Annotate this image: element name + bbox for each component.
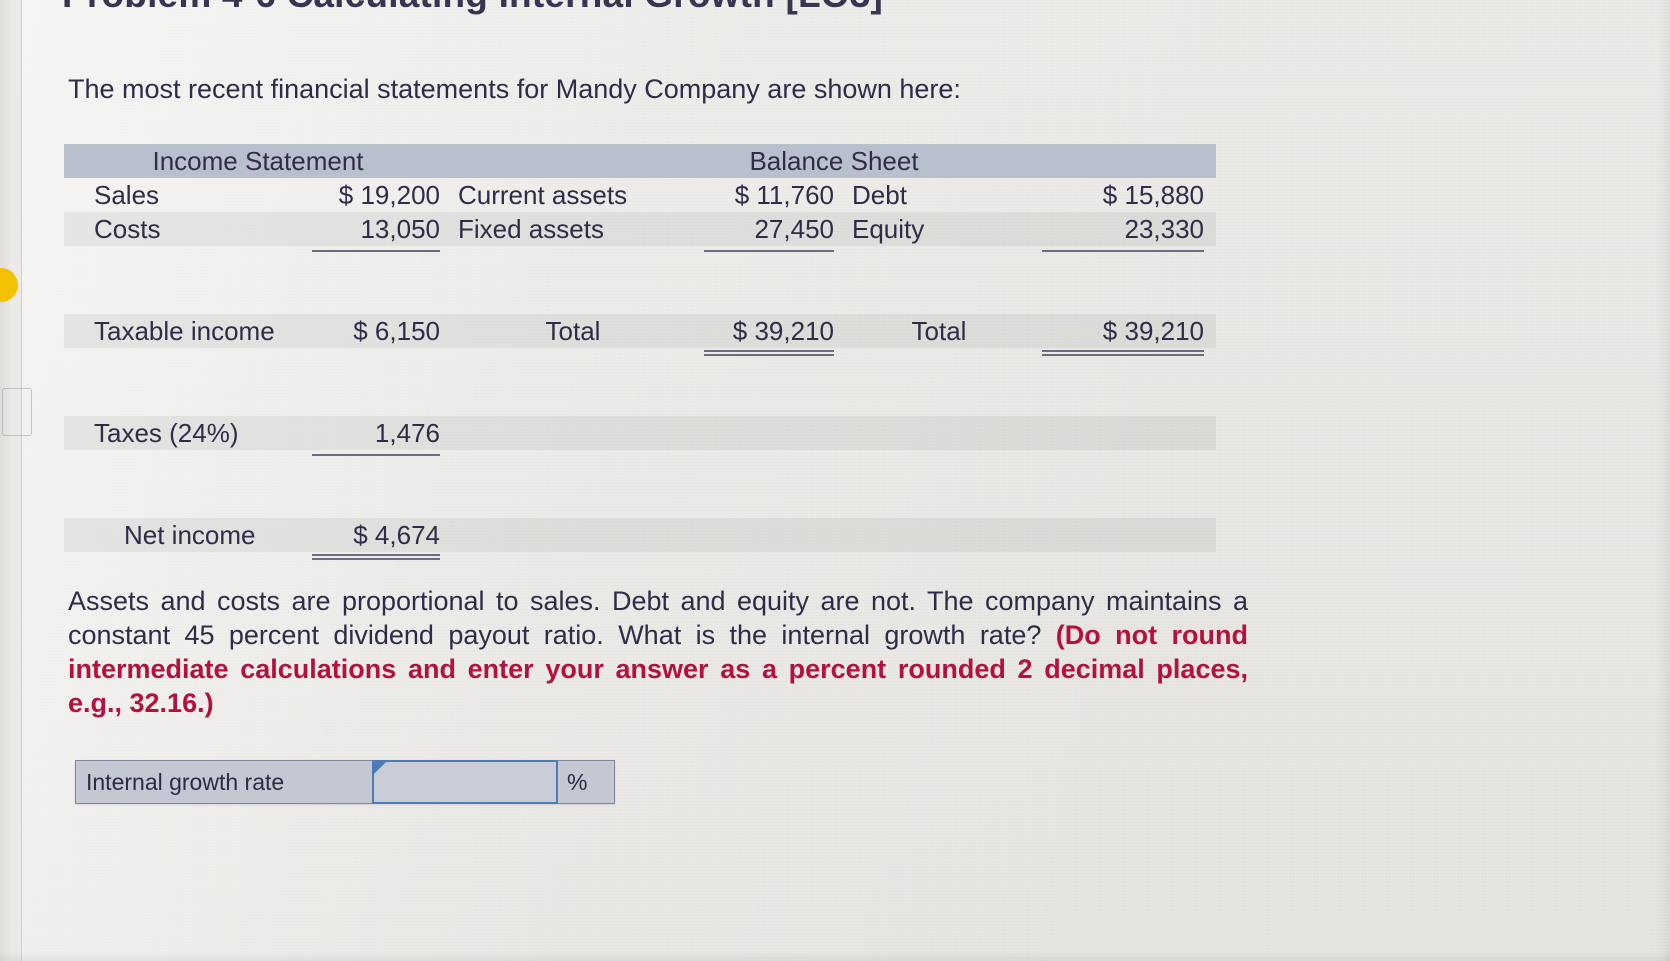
is-row-label: Sales bbox=[94, 179, 160, 210]
bs-liab-value: 23,330 bbox=[1124, 213, 1205, 244]
bs-asset-value: 27,450 bbox=[754, 213, 834, 244]
financial-statements-tables: Income Statement Balance Sheet Sales $ 1… bbox=[64, 144, 1217, 586]
bs-liab-total-value: $ 39,210 bbox=[1102, 315, 1205, 346]
is-netincome-label: Net income bbox=[124, 519, 256, 550]
bs-asset-total-value: $ 39,210 bbox=[732, 315, 834, 346]
bs-asset-label: Current assets bbox=[458, 179, 628, 210]
is-netincome-rule bbox=[302, 450, 452, 484]
financial-statements-table: Income Statement Balance Sheet Sales $ 1… bbox=[64, 144, 1217, 586]
table-row: Costs 13,050 Fixed assets 27,450 Equity … bbox=[64, 212, 1217, 246]
question-text: Assets and costs are proportional to sal… bbox=[68, 584, 1248, 720]
internal-growth-rate-input[interactable] bbox=[374, 762, 556, 802]
is-row-value: $ 19,200 bbox=[338, 179, 440, 210]
bs-liab-value: $ 15,880 bbox=[1102, 179, 1205, 210]
total-double-rule-row bbox=[64, 552, 1216, 586]
is-row-value: 13,050 bbox=[360, 213, 440, 244]
is-row-label: Taxes (24%) bbox=[94, 417, 239, 448]
answer-entry-row: Internal growth rate % bbox=[75, 760, 615, 804]
table-spacer-row bbox=[64, 484, 1216, 518]
bs-asset-label: Fixed assets bbox=[458, 213, 604, 244]
bs-asset-subtotal-rule bbox=[694, 246, 846, 280]
internal-growth-rate-input-wrapper[interactable] bbox=[372, 760, 558, 804]
bs-liab-label: Debt bbox=[852, 179, 907, 210]
total-double-rule-row bbox=[64, 348, 1216, 382]
cursor-marker-icon bbox=[374, 762, 386, 774]
table-spacer-row bbox=[64, 280, 1216, 314]
is-netincome-value: $ 4,674 bbox=[353, 519, 440, 550]
table-header-row: Income Statement Balance Sheet bbox=[64, 144, 1217, 178]
is-row-value: 1,476 bbox=[374, 417, 440, 448]
bs-liab-total-label: Total bbox=[911, 315, 967, 346]
income-statement-header: Income Statement bbox=[64, 144, 452, 178]
table-spacer-row bbox=[64, 382, 1216, 416]
table-row: Net income $ 4,674 bbox=[64, 518, 1217, 552]
bs-liab-total-double-rule bbox=[1032, 348, 1216, 382]
is-row-value: $ 6,150 bbox=[353, 315, 440, 346]
table-row: Taxes (24%) 1,476 bbox=[64, 416, 1217, 450]
subtotal-rule-row bbox=[64, 246, 1216, 280]
is-row-label: Costs bbox=[94, 213, 161, 244]
intro-text: The most recent financial statements for… bbox=[68, 74, 961, 104]
is-subtotal-rule bbox=[302, 246, 452, 280]
is-row-label: Taxable income bbox=[94, 315, 275, 346]
answer-label: Internal growth rate bbox=[75, 760, 372, 804]
bs-asset-total-label: Total bbox=[545, 315, 601, 346]
bs-asset-value: $ 11,760 bbox=[734, 179, 834, 210]
bs-asset-total-double-rule bbox=[694, 348, 846, 382]
percent-unit-label: % bbox=[558, 760, 615, 804]
table-row: Sales $ 19,200 Current assets $ 11,760 D… bbox=[64, 178, 1216, 212]
is-netincome-double-rule bbox=[302, 552, 452, 586]
table-row: Taxable income $ 6,150 Total $ 39,210 To… bbox=[64, 314, 1217, 348]
subtotal-rule-row bbox=[64, 450, 1216, 484]
bs-liab-label: Equity bbox=[852, 213, 925, 244]
balance-sheet-header: Balance Sheet bbox=[452, 144, 1217, 178]
bs-liab-subtotal-rule bbox=[1032, 246, 1216, 280]
